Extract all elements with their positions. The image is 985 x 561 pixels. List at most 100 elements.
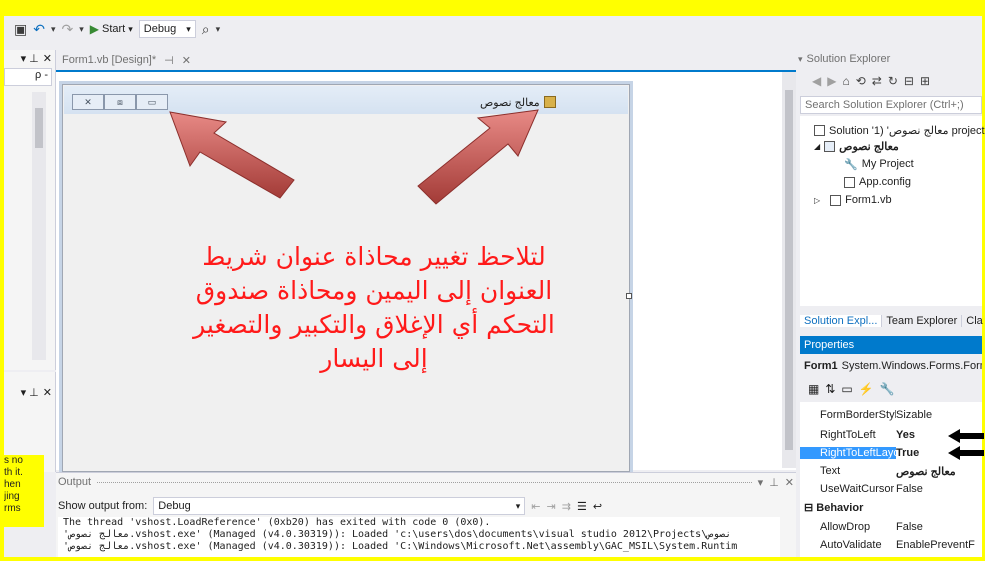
annotation-line: التحكم أي الإغلاق والتكبير والتصغير: [193, 310, 555, 339]
property-row[interactable]: AutoValidate EnablePreventF: [800, 536, 982, 554]
output-log[interactable]: The thread 'vshost.LoadReference' (0xb20…: [58, 517, 780, 557]
property-category[interactable]: ⊟ Behavior: [800, 498, 982, 516]
tree-item-project[interactable]: ◢ معالج نصوص: [814, 138, 899, 154]
tab-solution-explorer[interactable]: Solution Expl...: [800, 315, 883, 327]
word-wrap-icon[interactable]: ↩: [593, 500, 602, 513]
solution-tree: Solution 'معالج نصوص' (1 project ◢ معالج…: [800, 116, 985, 306]
close-icon[interactable]: ✕: [43, 52, 52, 65]
find-previous-icon[interactable]: ⇤: [531, 500, 540, 513]
property-name: Text: [820, 465, 841, 477]
output-source-dropdown[interactable]: Debug ▾: [153, 497, 526, 515]
form-file-icon: [830, 194, 842, 206]
wrench-icon: 🔧: [844, 158, 858, 171]
form-close-button[interactable]: ✕: [72, 94, 104, 110]
toolbox-search-input[interactable]: ρ -: [4, 68, 52, 86]
clear-all-icon[interactable]: ☰: [577, 500, 587, 513]
tree-item-label: App.config: [859, 176, 911, 188]
output-line: 'معالج نصوص.vshost.exe' (Managed (v4.0.3…: [63, 541, 738, 552]
events-icon[interactable]: ⚡: [859, 382, 874, 396]
chevron-down-icon[interactable]: ▾: [798, 54, 803, 65]
start-button[interactable]: ▶ Start ▾: [90, 22, 133, 36]
close-icon[interactable]: ✕: [182, 54, 191, 67]
show-output-label: Show output from:: [58, 500, 148, 512]
find-next-icon[interactable]: ⇥: [547, 500, 556, 513]
chevron-down-icon[interactable]: ▾: [758, 476, 764, 489]
collapse-all-icon[interactable]: ⊟: [904, 74, 914, 88]
tab-team-explorer[interactable]: Team Explorer: [882, 315, 963, 327]
object-name: Form1: [804, 360, 838, 372]
highlight-frame-bottom: [0, 557, 985, 561]
marker-arrow-righttoleft: [948, 429, 984, 443]
property-row[interactable]: FormBorderStyle Sizable: [800, 406, 982, 424]
save-all-icon[interactable]: ▣: [14, 21, 27, 38]
redo-dropdown-icon[interactable]: ▾: [79, 24, 84, 35]
marker-arrow-righttoleftlayout: [948, 446, 984, 460]
properties-toolbar: ▦ ⇅ ▭ ⚡ 🔧: [800, 378, 982, 400]
close-icon[interactable]: ✕: [785, 476, 794, 489]
tree-item-app-config[interactable]: App.config: [844, 174, 911, 190]
go-to-message-icon[interactable]: ⇉: [562, 500, 571, 513]
tree-item-form1[interactable]: ▷ Form1.vb: [814, 192, 892, 208]
properties-object-selector[interactable]: Form1 System.Windows.Forms.Form: [800, 356, 982, 376]
annotation-line: العنوان إلى اليمين ومحاذاة صندوق: [195, 276, 553, 305]
solution-icon: [814, 124, 825, 136]
history-icon[interactable]: ⟲: [856, 74, 866, 88]
alphabetical-icon[interactable]: ⇅: [825, 382, 835, 396]
property-value[interactable]: False: [896, 521, 982, 533]
close-icon[interactable]: ✕: [43, 386, 52, 399]
document-tab-bar: Form1.vb [Design]* ⊣ ✕: [56, 50, 796, 70]
form-resize-handle[interactable]: [626, 293, 632, 299]
undo-icon[interactable]: ↶: [33, 21, 45, 38]
property-name: AutoValidate: [820, 539, 882, 551]
solution-explorer-search-input[interactable]: Search Solution Explorer (Ctrl+;): [800, 96, 982, 114]
designer-scroll-thumb[interactable]: [785, 90, 793, 450]
tree-item-my-project[interactable]: 🔧 My Project: [844, 156, 914, 172]
property-grid: FormBorderStyle Sizable RightToLeft Yes …: [800, 402, 982, 557]
undo-dropdown-icon[interactable]: ▾: [51, 24, 56, 35]
property-row[interactable]: Text معالج نصوص: [800, 462, 982, 480]
secondary-panel-header: ▾ ⊥ ✕: [4, 384, 56, 400]
refresh-icon[interactable]: ↻: [888, 74, 898, 88]
property-value[interactable]: Sizable: [896, 409, 982, 421]
search-placeholder: Search Solution Explorer (Ctrl+;): [805, 99, 964, 111]
redo-icon[interactable]: ↷: [62, 21, 74, 38]
toolbar-overflow-icon[interactable]: ▾: [216, 24, 221, 35]
property-row[interactable]: UseWaitCursor False: [800, 480, 982, 498]
property-value[interactable]: EnablePreventF: [896, 539, 982, 551]
solution-config-dropdown[interactable]: Debug ▾: [138, 20, 196, 38]
expand-icon[interactable]: ▷: [814, 196, 820, 205]
chevron-down-icon: ▾: [515, 500, 521, 511]
show-all-files-icon[interactable]: ⊞: [920, 74, 930, 88]
form-control-box: ✕ ⧈ ▭: [72, 94, 168, 110]
output-line: The thread 'vshost.LoadReference' (0xb20…: [63, 517, 491, 528]
categorized-icon[interactable]: ▦: [808, 382, 819, 396]
property-value[interactable]: False: [896, 483, 982, 495]
sync-icon[interactable]: ⇄: [872, 74, 882, 88]
form-maximize-button[interactable]: ⧈: [104, 94, 136, 110]
tab-class-view[interactable]: Cla: [962, 315, 985, 327]
tab-form1-design[interactable]: Form1.vb [Design]* ⊣ ✕: [56, 51, 197, 69]
home-icon[interactable]: ⌂: [842, 74, 849, 88]
pin-icon[interactable]: ▾ ⊥: [21, 386, 39, 399]
toolbox-scroll-thumb[interactable]: [35, 108, 43, 148]
find-in-files-icon[interactable]: ⌕: [202, 21, 210, 38]
output-toolbar: Show output from: Debug ▾ ⇤ ⇥ ⇉ ☰ ↩: [58, 497, 794, 515]
play-icon: ▶: [89, 22, 99, 36]
forward-icon[interactable]: ▶: [827, 74, 836, 88]
config-file-icon: [844, 176, 855, 188]
property-row[interactable]: AllowDrop False: [800, 518, 982, 536]
pin-icon[interactable]: ⊣: [164, 54, 174, 67]
maximize-icon: ⧈: [117, 96, 123, 107]
expand-icon[interactable]: ◢: [814, 142, 820, 151]
solution-explorer-toolbar: ◀ ▶ ⌂ ⟲ ⇄ ↻ ⊟ ⊞: [800, 70, 982, 92]
pin-icon[interactable]: ⊥: [769, 476, 779, 489]
property-pages-icon[interactable]: 🔧: [880, 382, 895, 396]
tree-item-solution[interactable]: Solution 'معالج نصوص' (1 project: [814, 122, 985, 138]
chevron-down-icon: ▾: [128, 23, 133, 34]
pin-icon[interactable]: ▾ ⊥: [21, 52, 39, 65]
back-icon[interactable]: ◀: [812, 74, 821, 88]
properties-icon[interactable]: ▭: [841, 382, 852, 396]
solution-explorer-header: ▾ Solution Explorer: [798, 50, 982, 68]
property-value[interactable]: معالج نصوص: [896, 465, 982, 478]
vb-project-icon: [824, 140, 836, 152]
